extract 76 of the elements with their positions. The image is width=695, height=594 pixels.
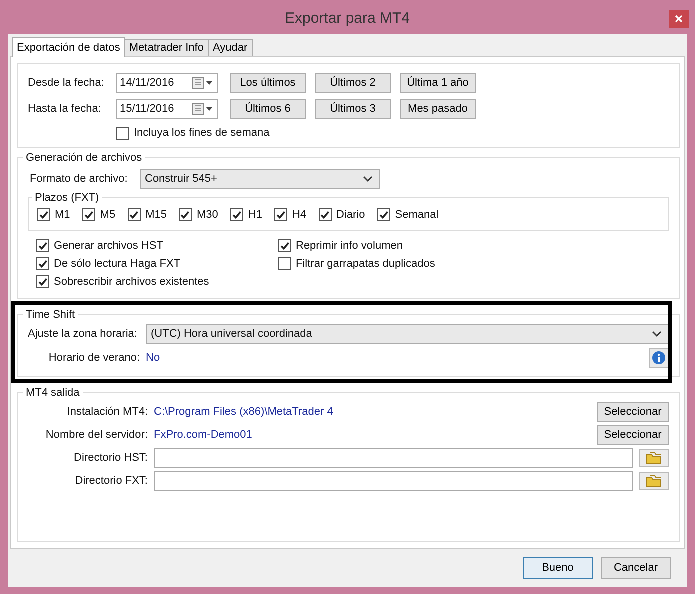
- field-label: Ajuste la zona horaria:: [28, 328, 138, 340]
- checkbox[interactable]: [178, 208, 192, 221]
- checkbox[interactable]: [116, 126, 129, 140]
- checkbox-label: H4: [292, 208, 306, 222]
- folder-icon: [646, 474, 662, 486]
- checkbox[interactable]: [82, 208, 96, 221]
- field-value: FxPro.com-Demo01: [154, 428, 254, 440]
- checkbox-label: M30: [196, 208, 218, 222]
- checkbox[interactable]: [274, 208, 288, 221]
- date-picker[interactable]: 15/11/2016: [116, 99, 218, 119]
- checkbox[interactable]: [36, 257, 49, 270]
- field-label: Instalación MT4:: [66, 406, 148, 418]
- checkbox-label: M1: [55, 208, 70, 222]
- directory-field[interactable]: [154, 470, 633, 490]
- group-title: Plazos (FXT): [34, 192, 100, 204]
- folder-button[interactable]: [639, 472, 669, 490]
- checkbox[interactable]: [37, 208, 50, 221]
- range-button[interactable]: Los últimos: [230, 73, 306, 93]
- field-value: No: [146, 352, 162, 364]
- calendar-icon[interactable]: [192, 103, 214, 115]
- date-picker[interactable]: 14/11/2016: [116, 73, 218, 93]
- checkbox-label: Incluya los fines de semana: [134, 126, 270, 141]
- dialog-button[interactable]: Cancelar: [601, 557, 671, 579]
- checkbox-label: Filtrar garrapatas duplicados: [296, 256, 436, 272]
- field-label: Directorio HST:: [73, 452, 148, 464]
- directory-field[interactable]: [154, 448, 633, 468]
- checkbox[interactable]: [36, 275, 49, 288]
- chevron-down-icon: [652, 330, 662, 336]
- checkbox[interactable]: [128, 208, 141, 221]
- calendar-icon[interactable]: [192, 77, 214, 89]
- checkbox[interactable]: [278, 239, 291, 252]
- checkbox[interactable]: [318, 208, 332, 221]
- checkbox[interactable]: [36, 239, 49, 252]
- checkbox-label: M5: [100, 208, 116, 222]
- field-label: Directorio FXT:: [74, 474, 148, 486]
- timezone-dropdown[interactable]: (UTC) Hora universal coordinada: [146, 324, 669, 344]
- dialog-button[interactable]: Bueno: [523, 557, 593, 579]
- checkbox-label: H1: [248, 208, 262, 222]
- field-label: Hasta la fecha:: [28, 103, 102, 115]
- checkbox[interactable]: [278, 257, 291, 270]
- folder-button[interactable]: [639, 448, 669, 466]
- tab[interactable]: Metatrader Info: [124, 39, 209, 56]
- close-icon: [675, 15, 683, 23]
- field-value: C:\Program Files (x86)\MetaTrader 4: [154, 406, 334, 418]
- tab[interactable]: Exportación de datos: [12, 37, 126, 57]
- checkbox-label: Semanal: [395, 208, 439, 222]
- checkbox[interactable]: [230, 208, 244, 221]
- close-button[interactable]: [669, 10, 689, 28]
- window-title: Exportar para MT4: [284, 9, 410, 27]
- folder-icon: [646, 452, 662, 464]
- range-button[interactable]: Mes pasado: [400, 99, 476, 119]
- group-title: MT4 salida: [25, 386, 81, 398]
- range-button[interactable]: Últimos 3: [315, 99, 391, 119]
- checkbox-label: Generar archivos HST: [54, 238, 164, 254]
- field-label: Formato de archivo:: [30, 172, 129, 184]
- checkbox-label: De sólo lectura Haga FXT: [54, 256, 181, 272]
- info-button[interactable]: [649, 348, 669, 368]
- chevron-down-icon: [363, 176, 373, 182]
- select-button[interactable]: Seleccionar: [597, 424, 669, 444]
- tab[interactable]: Ayudar: [208, 39, 253, 56]
- field-label: Nombre del servidor:: [44, 428, 148, 440]
- info-icon: [652, 350, 666, 364]
- format-dropdown[interactable]: Construir 545+: [140, 168, 380, 188]
- range-button[interactable]: Últimos 2: [315, 73, 391, 93]
- select-button[interactable]: Seleccionar: [597, 402, 669, 422]
- group-title: Time Shift: [25, 308, 76, 320]
- range-button[interactable]: Últimos 6: [230, 99, 306, 119]
- field-label: Horario de verano:: [48, 352, 140, 364]
- checkbox-label: Diario: [336, 208, 366, 222]
- checkbox-label: M15: [146, 208, 167, 222]
- field-label: Desde la fecha:: [28, 77, 106, 89]
- checkbox[interactable]: [377, 208, 390, 221]
- checkbox-label: Reprimir info volumen: [296, 238, 403, 254]
- group-title: Generación de archivos: [25, 152, 144, 164]
- checkbox-label: Sobrescribir archivos existentes: [54, 274, 210, 290]
- range-button[interactable]: Última 1 año: [400, 73, 476, 93]
